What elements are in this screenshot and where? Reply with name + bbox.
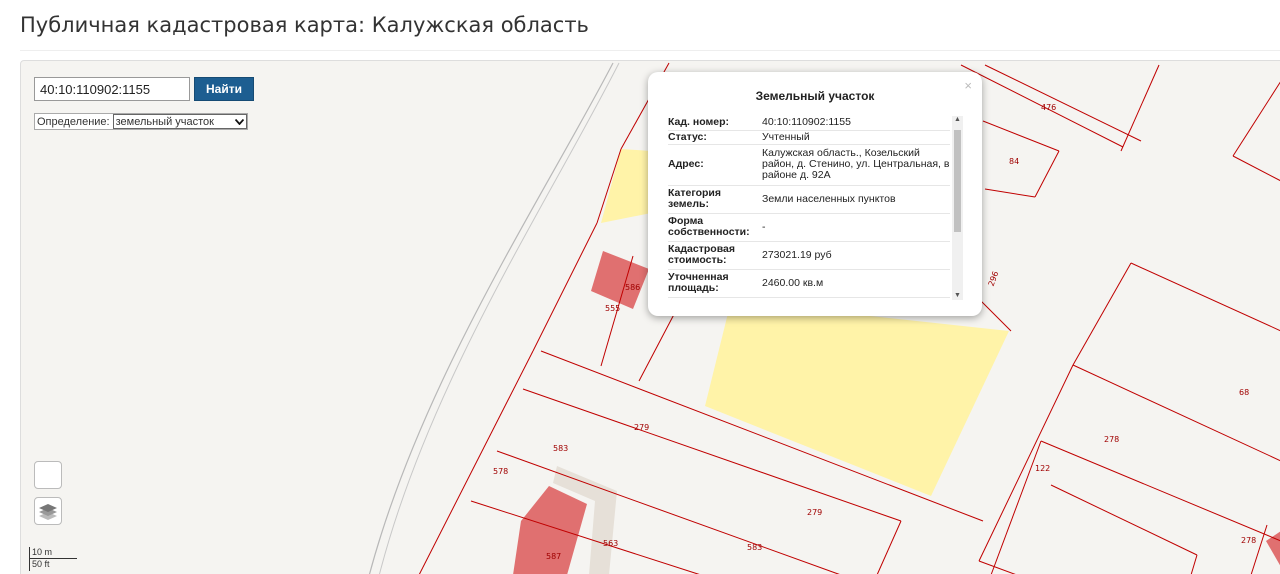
parcel-label: 563 bbox=[603, 539, 618, 548]
row-key: Уточненная площадь: bbox=[668, 269, 762, 298]
search-box: Найти bbox=[34, 77, 254, 101]
parcel-label: 587 bbox=[546, 552, 561, 561]
road-edge bbox=[368, 62, 614, 574]
scroll-down-icon[interactable]: ▼ bbox=[952, 292, 963, 299]
parcel-label: 278 bbox=[1241, 536, 1256, 545]
row-key: Кадастровая стоимость: bbox=[668, 241, 762, 270]
definition-select[interactable]: земельный участок bbox=[112, 114, 247, 129]
parcel-boundary bbox=[984, 188, 1036, 198]
parcel-boundary bbox=[990, 440, 1042, 574]
table-row: Кадастровая стоимость: 273021.19 руб bbox=[668, 241, 950, 270]
row-key: Кад. номер: bbox=[668, 116, 762, 131]
row-key: Категория земель: bbox=[668, 185, 762, 214]
row-key: Форма собственности: bbox=[668, 213, 762, 242]
parcel-label: 586 bbox=[625, 283, 640, 292]
table-row: Уточненная площадь: 2460.00 кв.м bbox=[668, 269, 950, 298]
parcel-label: 84 bbox=[1009, 157, 1019, 166]
chevron-down-icon bbox=[234, 118, 244, 125]
road-edge bbox=[379, 62, 620, 574]
parcel-boundary bbox=[1190, 554, 1198, 574]
table-row: Кад. номер: 40:10:110902:1155 bbox=[668, 116, 950, 131]
parcel-boundary bbox=[1072, 364, 1280, 462]
row-value: Учтенный bbox=[762, 130, 950, 145]
parcel-boundary bbox=[1050, 484, 1198, 556]
parcel-label: 583 bbox=[747, 543, 762, 552]
map-tool-button[interactable] bbox=[34, 461, 62, 489]
parcel-boundary bbox=[978, 560, 1016, 574]
parcel-label: 583 bbox=[553, 444, 568, 453]
scale-bar: 10 m 50 ft bbox=[29, 547, 101, 571]
popup-title: Земельный участок bbox=[755, 89, 875, 103]
parcel-boundary bbox=[1040, 440, 1280, 542]
table-row: Категория земель: Земли населенных пункто… bbox=[668, 185, 950, 214]
parcel-label: 555 bbox=[605, 304, 620, 313]
parcel-info-table: Кад. номер: 40:10:110902:1155 Статус: Учте… bbox=[668, 116, 950, 298]
title-divider bbox=[20, 50, 1280, 51]
scroll-up-icon[interactable]: ▲ bbox=[952, 116, 963, 123]
parcel-boundary bbox=[1130, 262, 1280, 332]
layers-icon bbox=[39, 504, 57, 520]
parcel-label: 122 bbox=[1035, 464, 1050, 473]
parcel-boundary bbox=[1120, 64, 1160, 152]
definition-value: земельный участок bbox=[115, 115, 214, 128]
parcel-label: 296 bbox=[987, 270, 1001, 287]
parcel-boundary bbox=[1034, 150, 1060, 198]
cadastral-search-input[interactable] bbox=[34, 77, 190, 101]
row-value: 40:10:110902:1155 bbox=[762, 116, 950, 131]
find-button[interactable]: Найти bbox=[194, 77, 254, 101]
parcel-boundary bbox=[418, 350, 534, 574]
page-title: Публичная кадастровая карта: Калужская о… bbox=[20, 13, 589, 37]
selected-parcel bbox=[705, 301, 1009, 496]
parcel-boundary bbox=[980, 300, 1012, 332]
popup-scrollbar[interactable]: ▲ ▼ bbox=[952, 116, 963, 300]
parcel-label: 476 bbox=[1041, 103, 1056, 112]
parcel-boundary bbox=[1232, 155, 1280, 182]
building bbox=[1266, 531, 1280, 566]
row-key: Статус: bbox=[668, 130, 762, 145]
row-key: Адрес: bbox=[668, 144, 762, 186]
parcel-boundary bbox=[1072, 262, 1132, 366]
parcel-label: 279 bbox=[634, 423, 649, 432]
table-row: Форма собственности: - bbox=[668, 213, 950, 242]
parcel-boundary bbox=[876, 520, 902, 574]
parcel-popup: × Земельный участок Кад. номер: 40:10:110… bbox=[648, 72, 982, 316]
row-value: 273021.19 руб bbox=[762, 241, 950, 270]
parcel-boundary bbox=[982, 120, 1060, 152]
table-row: Адрес: Калужская область., Козельский рай… bbox=[668, 144, 950, 186]
layers-button[interactable] bbox=[34, 497, 62, 525]
parcel-boundary bbox=[984, 64, 1142, 142]
parcel-boundary bbox=[1232, 81, 1280, 157]
parcel-label: 68 bbox=[1239, 388, 1249, 397]
parcel-label: 279 bbox=[807, 508, 822, 517]
table-row: Статус: Учтенный bbox=[668, 130, 950, 145]
row-value: 2460.00 кв.м bbox=[762, 269, 950, 298]
parcel-label: 578 bbox=[493, 467, 508, 476]
parcel-boundary bbox=[978, 364, 1074, 562]
definition-row: Определение: земельный участок bbox=[34, 113, 248, 130]
row-value: Калужская область., Козельский район, д.… bbox=[762, 144, 950, 186]
scale-feet: 50 ft bbox=[29, 559, 101, 571]
scale-meters: 10 m bbox=[29, 547, 77, 559]
row-value: - bbox=[762, 213, 950, 242]
parcel-label: 278 bbox=[1104, 435, 1119, 444]
row-value: Земли населенных пунктов bbox=[762, 185, 950, 214]
definition-label: Определение: bbox=[37, 115, 110, 128]
parcel-boundary bbox=[532, 222, 598, 352]
scrollbar-thumb[interactable] bbox=[954, 130, 961, 232]
